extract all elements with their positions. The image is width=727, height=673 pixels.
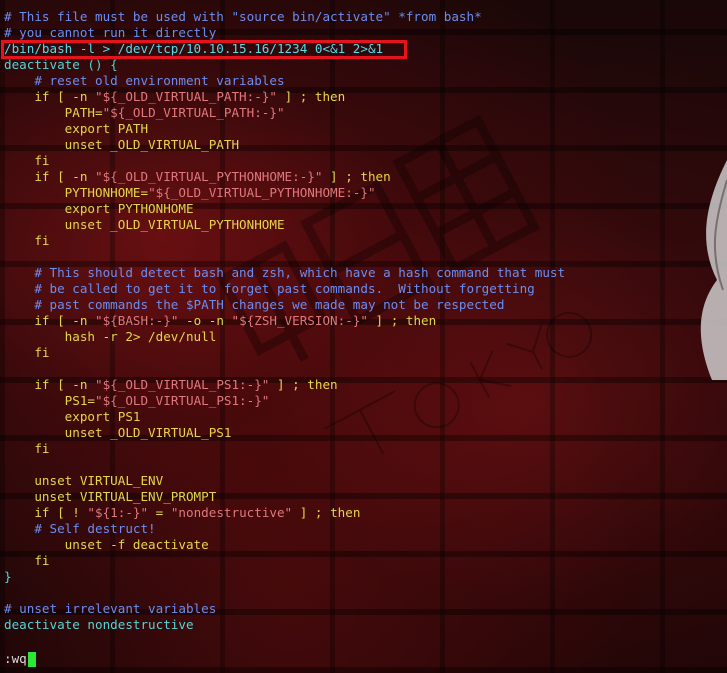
code-token: PATH= [4, 105, 103, 120]
code-line: unset _OLD_VIRTUAL_PYTHONHOME [4, 217, 285, 232]
code-token: ] ; then [367, 313, 437, 328]
code-token: "${1:-}" [87, 505, 149, 520]
code-line: deactivate nondestructive [4, 617, 194, 632]
code-token: "${_OLD_VIRTUAL_PATH:-}" [102, 105, 285, 120]
code-line: deactivate () { [4, 57, 118, 72]
code-line: if [ -n "${_OLD_VIRTUAL_PATH:-}" ] ; the… [4, 89, 565, 105]
text-cursor [27, 651, 36, 667]
code-line: if [ -n "${BASH:-}" -o -n "${ZSH_VERSION… [4, 313, 565, 329]
code-token: "${BASH:-}" [95, 313, 179, 328]
code-token: = [148, 505, 171, 520]
code-token: "${_OLD_VIRTUAL_PS1:-}" [95, 377, 270, 392]
code-line: # unset irrelevant variables [4, 601, 217, 616]
code-token: PYTHONHOME= [4, 185, 149, 200]
code-line: PS1="${_OLD_VIRTUAL_PS1:-}" [4, 393, 565, 409]
code-token: "${_OLD_VIRTUAL_PATH:-}" [95, 89, 277, 104]
terminal-window[interactable]: # This file must be used with "source bi… [0, 0, 727, 673]
code-token: "nondestructive" [170, 505, 293, 520]
code-line: unset _OLD_VIRTUAL_PATH [4, 137, 240, 152]
code-line: # be called to get it to forget past com… [4, 281, 535, 296]
code-line: if [ -n "${_OLD_VIRTUAL_PS1:-}" ] ; then [4, 377, 565, 393]
vim-command-line[interactable]: :wq [4, 651, 36, 667]
code-token: PS1= [4, 393, 95, 408]
code-token: ] ; then [269, 377, 338, 392]
code-line: # This file must be used with "source bi… [4, 9, 482, 24]
code-line: fi [4, 553, 50, 568]
code-token: if [ -n [4, 89, 95, 104]
code-line: export PS1 [4, 409, 141, 424]
code-token: ] ; then [276, 89, 346, 104]
code-token: "${_OLD_VIRTUAL_PYTHONHOME:-}" [148, 185, 376, 200]
code-line: # This should detect bash and zsh, which… [4, 265, 566, 280]
code-buffer[interactable]: # This file must be used with "source bi… [4, 9, 565, 633]
code-token: if [ ! [4, 505, 88, 520]
code-line: unset VIRTUAL_ENV [4, 473, 164, 488]
code-token: ] ; then [292, 505, 361, 520]
code-line: # past commands the $PATH changes we mad… [4, 297, 505, 312]
code-token: if [ -n [4, 313, 95, 328]
code-line: fi [4, 233, 50, 248]
code-line: PATH="${_OLD_VIRTUAL_PATH:-}" [4, 105, 565, 121]
code-line: hash -r 2> /dev/null [4, 329, 217, 344]
code-line: if [ ! "${1:-}" = "nondestructive" ] ; t… [4, 505, 565, 521]
code-line: } [4, 569, 12, 584]
code-line: unset VIRTUAL_ENV_PROMPT [4, 489, 217, 504]
command-text: :wq [4, 651, 27, 666]
code-line: # reset old environment variables [4, 73, 285, 88]
code-line: export PATH [4, 121, 149, 136]
highlight-annotation-box [1, 40, 407, 59]
code-line: unset _OLD_VIRTUAL_PS1 [4, 425, 232, 440]
code-line: if [ -n "${_OLD_VIRTUAL_PYTHONHOME:-}" ]… [4, 169, 565, 185]
code-token: "${_OLD_VIRTUAL_PS1:-}" [95, 393, 270, 408]
code-line: fi [4, 345, 50, 360]
code-token: ] ; then [322, 169, 391, 184]
code-line: fi [4, 153, 50, 168]
code-line: PYTHONHOME="${_OLD_VIRTUAL_PYTHONHOME:-}… [4, 185, 565, 201]
code-line: export PYTHONHOME [4, 201, 194, 216]
code-token: "${ZSH_VERSION:-}" [231, 313, 368, 328]
code-line: # Self destruct! [4, 521, 156, 536]
code-line: # you cannot run it directly [4, 25, 217, 40]
code-line: unset -f deactivate [4, 537, 209, 552]
code-token: if [ -n [4, 377, 95, 392]
wallpaper-character-art [700, 160, 727, 380]
code-token: if [ -n [4, 169, 95, 184]
code-line: fi [4, 441, 50, 456]
code-token: "${_OLD_VIRTUAL_PYTHONHOME:-}" [95, 169, 323, 184]
code-token: -o -n [178, 313, 232, 328]
